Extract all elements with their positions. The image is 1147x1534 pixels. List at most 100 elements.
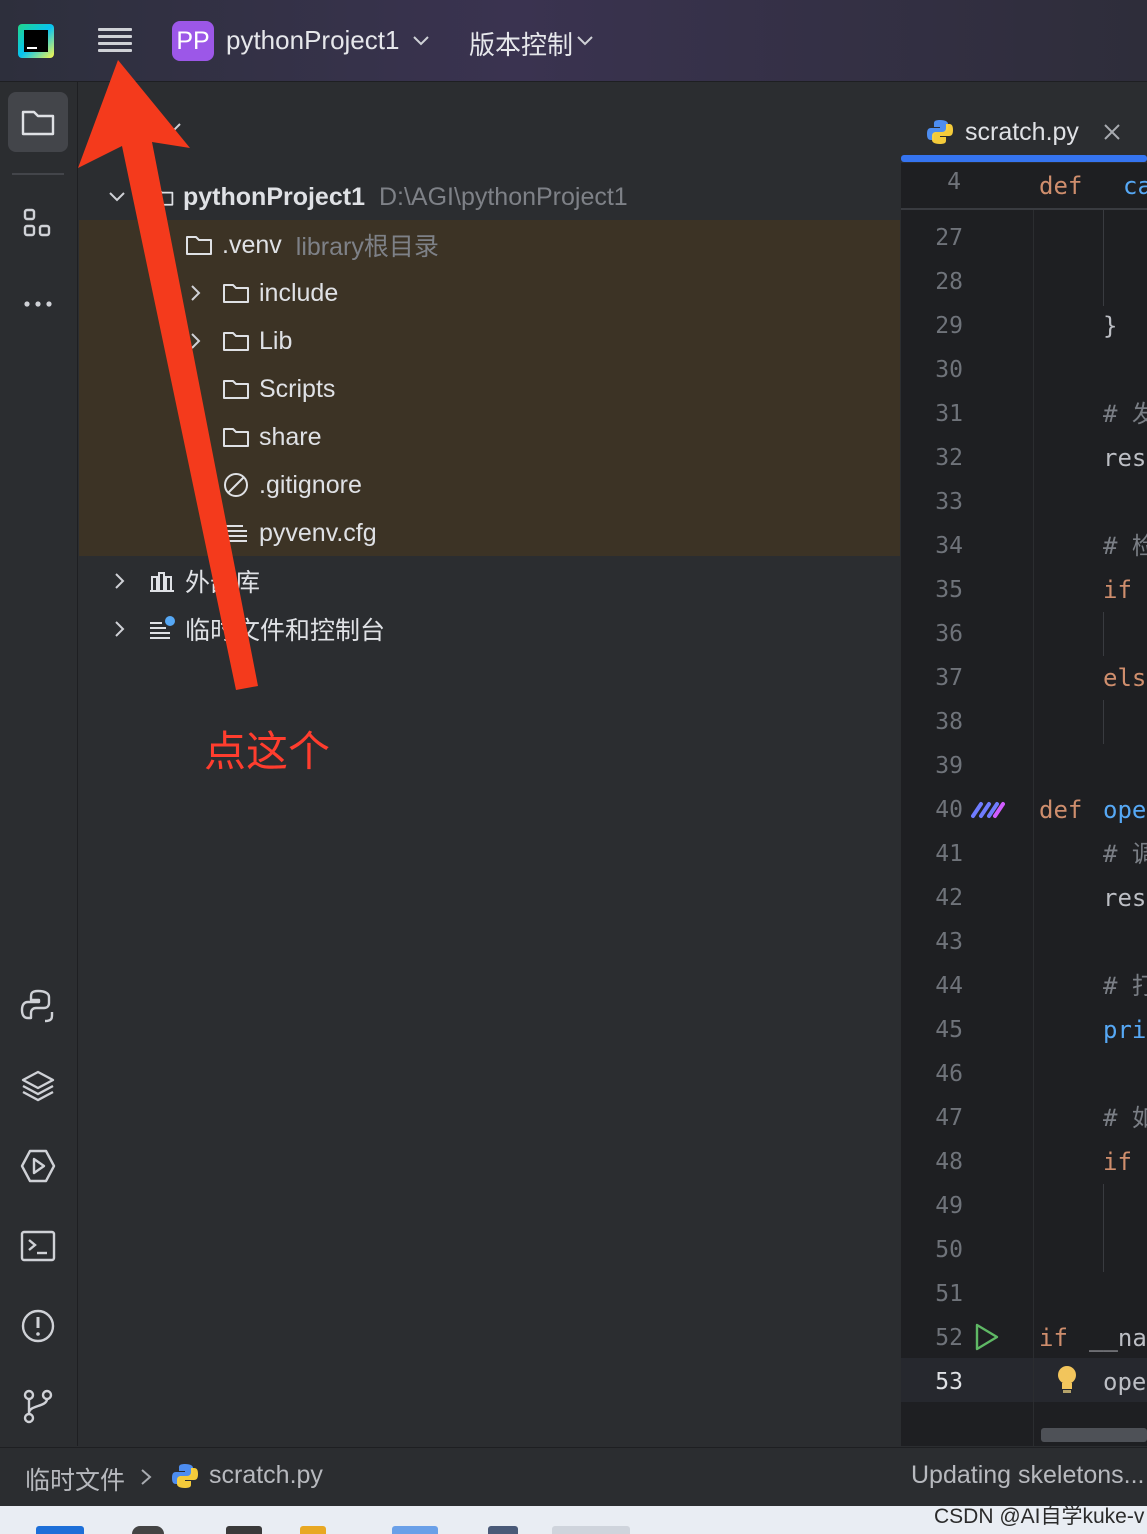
project-name-dropdown[interactable]: pythonProject1 <box>226 25 399 56</box>
line-number[interactable]: 36 <box>901 612 963 656</box>
line-number[interactable]: 39 <box>901 744 963 788</box>
line-number[interactable]: 45 <box>901 1008 963 1052</box>
layers-button[interactable] <box>8 1056 68 1116</box>
search-icon[interactable] <box>132 1526 164 1534</box>
code-line[interactable]: 52 if __na <box>901 1316 1147 1360</box>
terminal-button[interactable] <box>8 1216 68 1276</box>
code-line[interactable]: 42 res <box>901 876 1147 920</box>
line-number[interactable]: 53 <box>901 1360 963 1404</box>
close-icon[interactable] <box>1103 123 1121 141</box>
chevron-right-icon[interactable] <box>185 331 205 351</box>
code-line[interactable]: 34 # 检 <box>901 524 1147 568</box>
code-line[interactable]: 39 <box>901 744 1147 788</box>
code-line[interactable]: 43 <box>901 920 1147 964</box>
problems-button[interactable] <box>8 1296 68 1356</box>
line-number[interactable]: 44 <box>901 964 963 1008</box>
line-number[interactable]: 35 <box>901 568 963 612</box>
line-number[interactable]: 29 <box>901 304 963 348</box>
code-line[interactable]: 31 # 发 <box>901 392 1147 436</box>
code-line[interactable]: 45 pri <box>901 1008 1147 1052</box>
taskbar-app-icon[interactable] <box>488 1526 518 1534</box>
code-line[interactable]: 27 <box>901 216 1147 260</box>
tree-item-pyvenv-cfg[interactable]: pyvenv.cfg <box>79 509 900 557</box>
chevron-down-icon[interactable] <box>411 31 431 51</box>
code-line[interactable]: 44 # 打 <box>901 964 1147 1008</box>
code-line[interactable]: 51 <box>901 1272 1147 1316</box>
breadcrumb-scratches[interactable]: 临时文件 <box>25 1461 125 1497</box>
code-line[interactable]: 53 ope <box>901 1360 1147 1404</box>
chevron-down-icon[interactable] <box>575 31 595 51</box>
code-line[interactable]: 38 <box>901 700 1147 744</box>
line-number[interactable]: 31 <box>901 392 963 436</box>
tree-item-external-libraries[interactable]: 外部库 <box>79 557 900 605</box>
structure-tool-button[interactable] <box>8 194 68 254</box>
line-number[interactable]: 28 <box>901 260 963 304</box>
main-menu-button[interactable] <box>96 24 134 58</box>
task-view-icon[interactable] <box>226 1526 262 1534</box>
chevron-right-icon[interactable] <box>109 619 129 639</box>
line-number[interactable]: 40 <box>901 788 963 832</box>
project-badge[interactable]: PP <box>172 21 214 61</box>
line-number[interactable]: 32 <box>901 436 963 480</box>
line-number[interactable]: 38 <box>901 700 963 744</box>
tree-item-share[interactable]: share <box>79 413 900 461</box>
code-line[interactable]: 46 <box>901 1052 1147 1096</box>
code-line[interactable]: 49 <box>901 1184 1147 1228</box>
line-number[interactable]: 41 <box>901 832 963 876</box>
horizontal-scrollbar[interactable] <box>1041 1428 1147 1442</box>
tree-item-venv[interactable]: .venv library根目录 <box>79 221 900 269</box>
python-packages-button[interactable] <box>8 976 68 1036</box>
vcs-dropdown[interactable]: 版本控制 <box>469 25 573 62</box>
chevron-right-icon[interactable] <box>109 571 129 591</box>
line-number[interactable]: 46 <box>901 1052 963 1096</box>
git-button[interactable] <box>8 1376 68 1436</box>
tree-item-scratches[interactable]: 临时文件和控制台 <box>79 605 900 653</box>
code-line[interactable]: 28 <box>901 260 1147 304</box>
chevron-down-icon[interactable] <box>107 187 127 207</box>
code-line[interactable]: 35 if <box>901 568 1147 612</box>
code-line[interactable]: 32 res <box>901 436 1147 480</box>
code-line[interactable]: 30 <box>901 348 1147 392</box>
pycharm-taskbar-icon[interactable] <box>552 1526 630 1534</box>
chevron-right-icon[interactable] <box>185 283 205 303</box>
line-number[interactable]: 42 <box>901 876 963 920</box>
line-number[interactable]: 33 <box>901 480 963 524</box>
code-line[interactable]: 47 # 如 <box>901 1096 1147 1140</box>
project-tool-button[interactable] <box>8 92 68 152</box>
line-number[interactable]: 49 <box>901 1184 963 1228</box>
taskbar-app-icon[interactable] <box>392 1526 438 1534</box>
windows-start-icon[interactable] <box>36 1526 84 1534</box>
file-explorer-icon[interactable] <box>300 1526 326 1534</box>
run-icon[interactable] <box>973 1322 1001 1352</box>
lightbulb-icon[interactable] <box>1055 1364 1079 1396</box>
code-line[interactable]: 29} <box>901 304 1147 348</box>
tree-item-include[interactable]: include <box>79 269 900 317</box>
line-number[interactable]: 43 <box>901 920 963 964</box>
tree-item-scripts[interactable]: Scripts <box>79 365 900 413</box>
code-line[interactable]: 33 <box>901 480 1147 524</box>
tree-item-gitignore[interactable]: .gitignore <box>79 461 900 509</box>
code-line[interactable]: 48 if <box>901 1140 1147 1184</box>
pycharm-logo-icon[interactable] <box>18 24 54 58</box>
code-line[interactable]: 40 def ope <box>901 788 1147 832</box>
tree-root-node[interactable]: pythonProject1 D:\AGI\pythonProject1 <box>79 173 900 221</box>
code-line[interactable]: 36 <box>901 612 1147 656</box>
line-number[interactable]: 37 <box>901 656 963 700</box>
chevron-down-icon[interactable] <box>163 118 183 138</box>
line-number[interactable]: 50 <box>901 1228 963 1272</box>
line-number[interactable]: 30 <box>901 348 963 392</box>
more-tools-button[interactable] <box>8 274 68 334</box>
tree-item-lib[interactable]: Lib <box>79 317 900 365</box>
breadcrumb-file[interactable]: scratch.py <box>209 1461 323 1490</box>
ai-assistant-icon[interactable] <box>971 798 1005 820</box>
line-number[interactable]: 27 <box>901 216 963 260</box>
code-line[interactable]: 37 els <box>901 656 1147 700</box>
line-number[interactable]: 52 <box>901 1316 963 1360</box>
line-number[interactable]: 51 <box>901 1272 963 1316</box>
services-button[interactable] <box>8 1136 68 1196</box>
code-line[interactable]: 41 # 调 <box>901 832 1147 876</box>
line-number[interactable]: 47 <box>901 1096 963 1140</box>
background-task-status[interactable]: Updating skeletons... <box>911 1461 1144 1490</box>
code-line[interactable]: 50 <box>901 1228 1147 1272</box>
line-number[interactable]: 48 <box>901 1140 963 1184</box>
